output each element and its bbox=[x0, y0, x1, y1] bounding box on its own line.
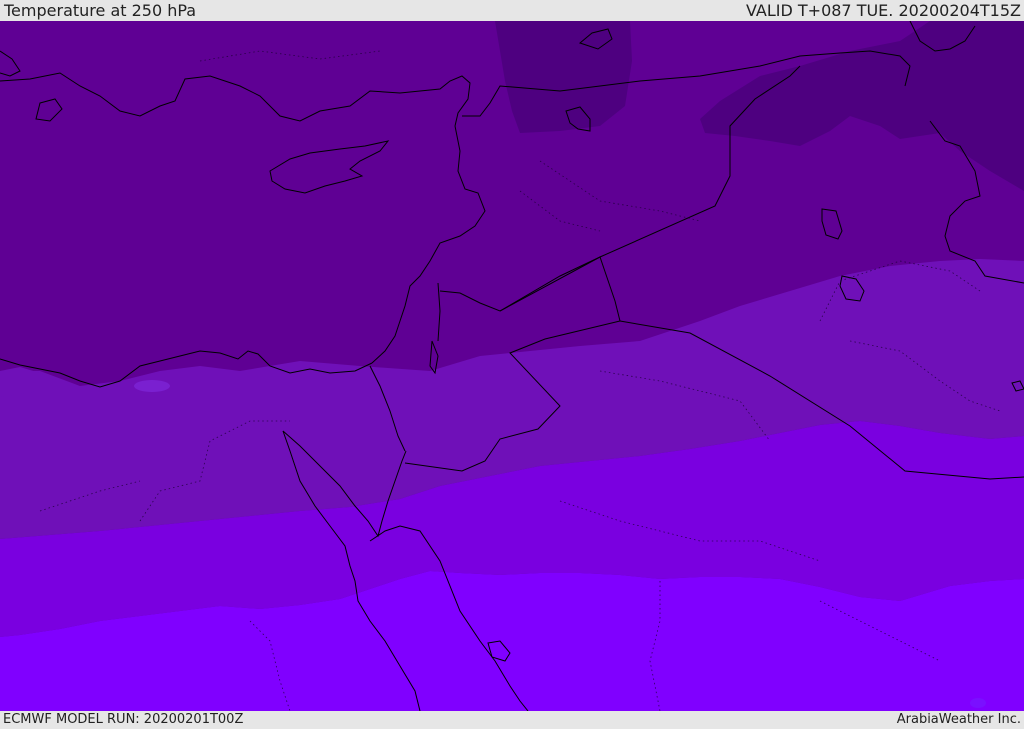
model-run: ECMWF MODEL RUN: 20200201T00Z bbox=[3, 712, 244, 727]
temperature-map[interactable] bbox=[0, 21, 1024, 711]
warm-spot bbox=[970, 698, 986, 708]
cool-spot bbox=[134, 380, 170, 392]
credit: ArabiaWeather Inc. bbox=[896, 712, 1021, 727]
map-footer: ECMWF MODEL RUN: 20200201T00Z ArabiaWeat… bbox=[0, 711, 1024, 729]
map-title: Temperature at 250 hPa bbox=[4, 1, 197, 20]
valid-time: VALID T+087 TUE. 20200204T15Z bbox=[745, 1, 1021, 20]
map-header: Temperature at 250 hPa VALID T+087 TUE. … bbox=[0, 0, 1024, 21]
map-canvas bbox=[0, 21, 1024, 711]
